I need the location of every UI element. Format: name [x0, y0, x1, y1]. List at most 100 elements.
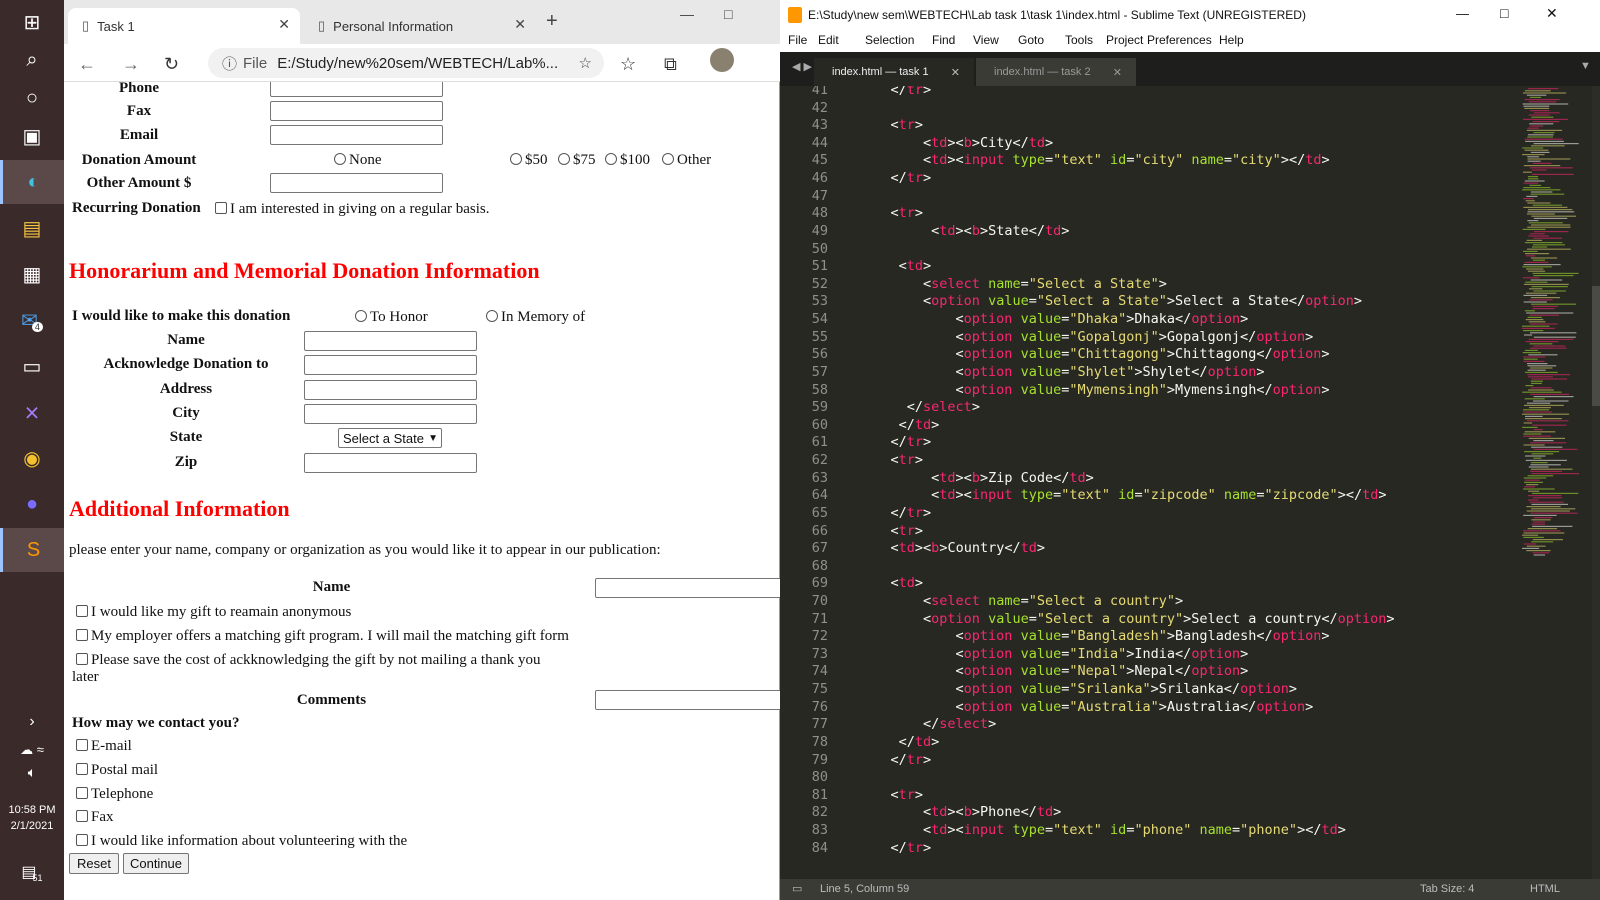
code-line[interactable]: <option value="Gopalgonj">Gopalgonj</opt…: [858, 329, 1314, 345]
code-line[interactable]: </td>: [858, 417, 940, 433]
notification-icon[interactable]: ▤ 51: [0, 850, 64, 894]
favorites-icon[interactable]: ☆: [620, 54, 636, 75]
code-line[interactable]: <tr>: [858, 205, 924, 221]
code-line[interactable]: <option value="Select a country">Select …: [858, 611, 1395, 627]
code-line[interactable]: <tr>: [858, 452, 924, 468]
code-line[interactable]: <option value="India">India</option>: [858, 646, 1249, 662]
code-line[interactable]: <td><b>Phone</td>: [858, 804, 1061, 820]
menu-item-find[interactable]: Find: [932, 33, 955, 47]
code-line[interactable]: <td><input type="text" id="zipcode" name…: [858, 487, 1386, 503]
recurring-checkbox-option[interactable]: I am interested in giving on a regular b…: [215, 201, 490, 218]
donation-75-option[interactable]: $75: [558, 152, 596, 169]
code-area[interactable]: 41 </tr> 42 43 <tr> 44 <td><b>City</td> 45 <…: [780, 86, 1600, 879]
menu-item-goto[interactable]: Goto: [1018, 33, 1044, 47]
code-line[interactable]: <td><input type="text" id="phone" name="…: [858, 822, 1346, 838]
tab-list-icon[interactable]: ▼: [1580, 60, 1591, 72]
checkbox[interactable]: [76, 787, 88, 799]
volunteer-checkbox-option[interactable]: I would like information about volunteer…: [76, 833, 407, 850]
editor-tab-task-1[interactable]: index.html — task 1 ✕: [814, 58, 974, 86]
code-line[interactable]: <tr>: [858, 787, 924, 803]
menu-item-edit[interactable]: Edit: [818, 33, 839, 47]
checkbox[interactable]: [76, 653, 88, 665]
code-line[interactable]: </tr>: [858, 752, 932, 768]
reset-button[interactable]: Reset: [69, 853, 119, 874]
matching-gift-checkbox-option[interactable]: My employer offers a matching gift progr…: [76, 628, 569, 645]
tab-nav-arrows-icon[interactable]: ◀ ▶: [792, 60, 812, 73]
info-icon[interactable]: ⓘ: [222, 53, 237, 74]
menu-item-project[interactable]: Project: [1106, 33, 1143, 47]
state-select[interactable]: Select a State ▼: [338, 428, 442, 448]
email-input[interactable]: [270, 125, 443, 145]
volume-icon[interactable]: 🔈︎: [0, 750, 64, 794]
collections-icon[interactable]: ⧉: [664, 54, 677, 75]
anonymous-checkbox-option[interactable]: I would like my gift to reamain anonymou…: [76, 604, 351, 621]
store-icon[interactable]: ▦: [0, 252, 64, 296]
refresh-icon[interactable]: ↻: [164, 54, 179, 75]
close-tab-icon[interactable]: ✕: [514, 16, 526, 33]
code-line[interactable]: </tr>: [858, 86, 932, 98]
menu-item-help[interactable]: Help: [1219, 33, 1244, 47]
code-line[interactable]: <option value="Chittagong">Chittagong</o…: [858, 346, 1330, 362]
radio-button[interactable]: [486, 310, 498, 322]
checkbox[interactable]: [76, 763, 88, 775]
radio-button[interactable]: [605, 153, 617, 165]
radio-button[interactable]: [510, 153, 522, 165]
code-line[interactable]: </tr>: [858, 840, 932, 856]
code-line[interactable]: <option value="Mymensingh">Mymensingh</o…: [858, 382, 1330, 398]
checkbox[interactable]: [76, 810, 88, 822]
back-icon[interactable]: ←: [78, 54, 96, 75]
donation-none-option[interactable]: None: [334, 152, 382, 169]
code-line[interactable]: </tr>: [858, 505, 932, 521]
radio-button[interactable]: [662, 153, 674, 165]
code-line[interactable]: <option value="Shylet">Shylet</option>: [858, 364, 1265, 380]
code-line[interactable]: <td><b>City</td>: [858, 135, 1053, 151]
contact-email-option[interactable]: E-mail: [76, 738, 132, 755]
clock-date[interactable]: 2/1/2021: [0, 818, 64, 834]
zip-input[interactable]: [304, 453, 477, 473]
clock-time[interactable]: 10:58 PM: [0, 802, 64, 818]
code-line[interactable]: <td><b>Country</td>: [858, 540, 1046, 556]
code-line[interactable]: <option value="Srilanka">Srilanka</optio…: [858, 681, 1297, 697]
fax-input[interactable]: [270, 101, 443, 121]
code-line[interactable]: <td>: [858, 258, 932, 274]
minimap[interactable]: [1520, 86, 1590, 566]
address-input[interactable]: [304, 380, 477, 400]
code-line[interactable]: </tr>: [858, 170, 932, 186]
publication-name-input[interactable]: [595, 578, 780, 598]
contact-postal-option[interactable]: Postal mail: [76, 762, 158, 779]
contact-fax-option[interactable]: Fax: [76, 809, 114, 826]
menu-item-view[interactable]: View: [973, 33, 999, 47]
chrome-icon[interactable]: ◉: [0, 436, 64, 480]
address-bar[interactable]: ⓘ File E:/Study/new%20sem/WEBTECH/Lab%..…: [208, 48, 604, 78]
donation-50-option[interactable]: $50: [510, 152, 548, 169]
status-syntax[interactable]: HTML: [1530, 883, 1560, 895]
city-input[interactable]: [304, 404, 477, 424]
code-line[interactable]: <td><b>Zip Code</td>: [858, 470, 1094, 486]
menu-item-file[interactable]: File: [788, 33, 807, 47]
file-explorer-icon[interactable]: ▤: [0, 206, 64, 250]
other-amount-input[interactable]: [270, 173, 443, 193]
continue-button[interactable]: Continue: [123, 853, 189, 874]
code-line[interactable]: </tr>: [858, 434, 932, 450]
avatar[interactable]: [710, 48, 734, 72]
panel-toggle-icon[interactable]: ▭: [792, 882, 802, 895]
code-line[interactable]: </select>: [858, 399, 980, 415]
close-tab-icon[interactable]: ✕: [951, 66, 960, 79]
radio-button[interactable]: [355, 310, 367, 322]
laptop-icon[interactable]: ▭: [0, 344, 64, 388]
new-tab-icon[interactable]: +: [546, 10, 558, 33]
minimize-icon[interactable]: —: [680, 6, 694, 22]
code-line[interactable]: <select name="Select a State">: [858, 276, 1167, 292]
close-tab-icon[interactable]: ✕: [1113, 66, 1122, 79]
code-line[interactable]: <option value="Australia">Australia</opt…: [858, 699, 1314, 715]
menu-item-tools[interactable]: Tools: [1065, 33, 1093, 47]
close-icon[interactable]: ✕: [1546, 5, 1558, 22]
vertical-scrollbar[interactable]: [1592, 86, 1600, 879]
code-line[interactable]: <td><b>State</td>: [858, 223, 1069, 239]
favorite-add-icon[interactable]: ☆: [579, 54, 592, 72]
code-line[interactable]: <select name="Select a country">: [858, 593, 1183, 609]
edge-browser-icon[interactable]: ◐: [0, 160, 64, 204]
checkbox[interactable]: [215, 202, 227, 214]
maximize-icon[interactable]: □: [1500, 5, 1508, 21]
editor-tab-task-2[interactable]: index.html — task 2 ✕: [976, 58, 1136, 86]
